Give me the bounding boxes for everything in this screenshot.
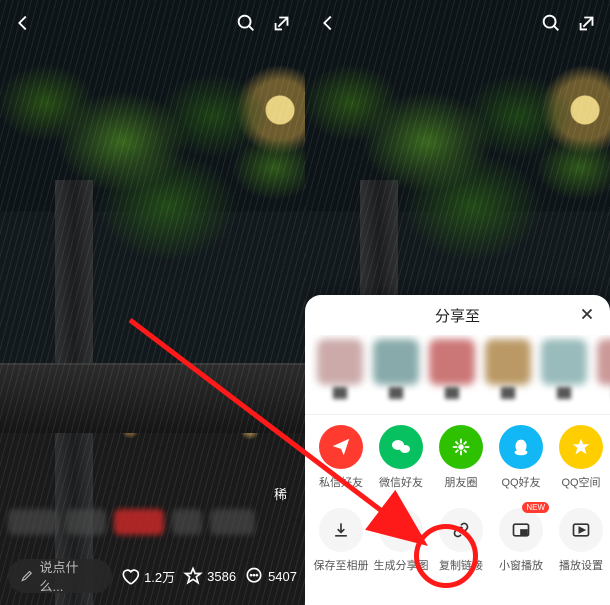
like-count: 1.2万 — [144, 567, 175, 586]
share-qzone[interactable]: QQ空间 — [557, 425, 605, 490]
share-label: 私信好友 — [319, 474, 363, 490]
search-icon[interactable] — [235, 12, 257, 39]
share-icon[interactable] — [576, 12, 598, 39]
share-qq[interactable]: QQ好友 — [497, 425, 545, 490]
action-play-settings[interactable]: 播放设置 — [557, 508, 605, 573]
comment-count: 5407 — [268, 569, 297, 584]
contact-item[interactable]: ██ — [429, 339, 475, 406]
action-gen-image[interactable]: 生成分享图 — [377, 508, 425, 573]
action-pip[interactable]: NEW 小窗播放 — [497, 508, 545, 573]
share-icon[interactable] — [271, 12, 293, 39]
share-wechat[interactable]: 微信好友 — [377, 425, 425, 490]
fav-button[interactable]: 3586 — [183, 566, 236, 586]
action-label: 小窗播放 — [499, 557, 543, 573]
share-targets-row: 私信好友 微信好友 朋友圈 QQ好友 — [305, 415, 610, 494]
like-button[interactable]: 1.2万 — [120, 566, 175, 586]
comment-placeholder: 说点什么... — [40, 557, 101, 595]
moments-icon — [439, 425, 483, 469]
search-icon[interactable] — [540, 12, 562, 39]
action-label: 播放设置 — [559, 557, 603, 573]
left-screenshot: 稀 说点什么... 1.2万 3586 5407 — [0, 0, 305, 605]
contact-item[interactable]: ██ — [317, 339, 363, 406]
share-label: QQ好友 — [501, 474, 540, 490]
pip-icon: NEW — [499, 508, 543, 552]
caption-tags — [0, 509, 305, 543]
share-label: 朋友圈 — [445, 474, 478, 490]
bottom-bar: 说点什么... 1.2万 3586 5407 — [0, 555, 305, 597]
right-screenshot: 分享至 ██ ██ ██ ██ ██ ██ 私信好友 — [305, 0, 610, 605]
share-label: 微信好友 — [379, 474, 423, 490]
actions-row: 保存至相册 生成分享图 复制链接 NEW 小窗播放 — [305, 494, 610, 579]
back-icon[interactable] — [317, 12, 339, 39]
caption-tail: 稀 — [274, 484, 287, 503]
action-copy-link[interactable]: 复制链接 — [437, 508, 485, 573]
share-sheet: 分享至 ██ ██ ██ ██ ██ ██ 私信好友 — [305, 295, 610, 605]
contact-item[interactable]: ██ — [485, 339, 531, 406]
new-badge: NEW — [522, 502, 549, 513]
top-bar — [305, 10, 610, 40]
top-bar — [0, 10, 305, 40]
fav-count: 3586 — [207, 569, 236, 584]
contacts-row: ██ ██ ██ ██ ██ ██ — [305, 335, 610, 415]
contact-item[interactable]: ██ — [373, 339, 419, 406]
close-icon[interactable] — [578, 305, 596, 327]
share-label: QQ空间 — [561, 474, 600, 490]
comment-input[interactable]: 说点什么... — [8, 559, 112, 593]
wechat-icon — [379, 425, 423, 469]
image-icon — [379, 508, 423, 552]
sheet-header: 分享至 — [305, 295, 610, 335]
action-label: 复制链接 — [439, 557, 483, 573]
play-settings-icon — [559, 508, 603, 552]
link-icon — [439, 508, 483, 552]
contact-item[interactable]: ██ — [541, 339, 587, 406]
qzone-icon — [559, 425, 603, 469]
contact-item[interactable]: ██ — [597, 339, 610, 406]
sheet-title: 分享至 — [435, 305, 480, 326]
action-label: 保存至相册 — [314, 557, 369, 573]
comment-button[interactable]: 5407 — [244, 566, 297, 586]
back-icon[interactable] — [12, 12, 34, 39]
paper-plane-icon — [319, 425, 363, 469]
share-dm[interactable]: 私信好友 — [317, 425, 365, 490]
download-icon — [319, 508, 363, 552]
qq-icon — [499, 425, 543, 469]
share-moments[interactable]: 朋友圈 — [437, 425, 485, 490]
action-save-album[interactable]: 保存至相册 — [317, 508, 365, 573]
action-label: 生成分享图 — [374, 557, 429, 573]
